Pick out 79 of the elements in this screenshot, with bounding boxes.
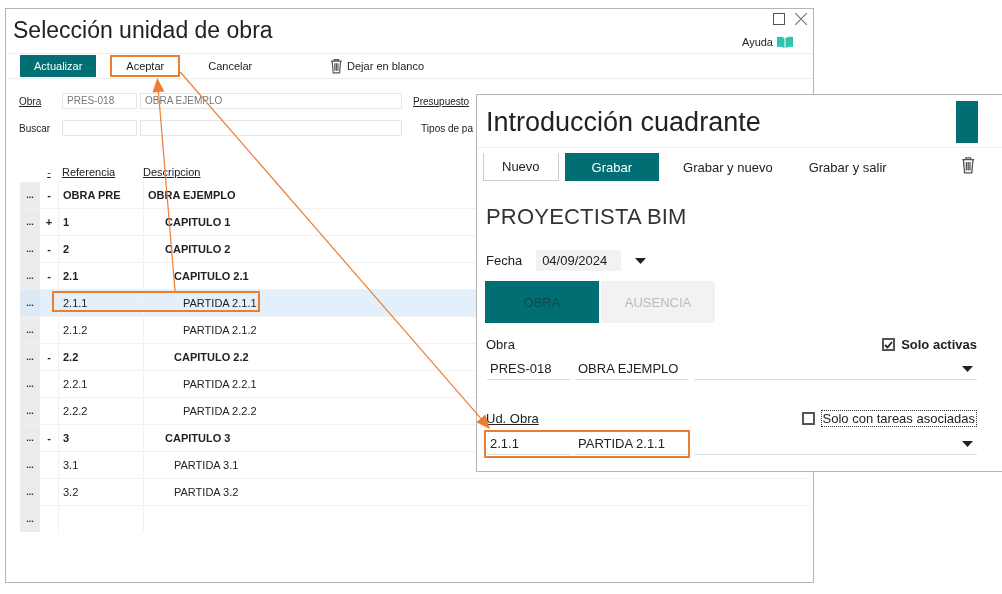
expand-toggle[interactable]: + xyxy=(45,216,53,228)
column-header[interactable]: Referencia xyxy=(58,166,143,178)
row-menu-handle[interactable]: ... xyxy=(20,452,40,478)
table-cell: PARTIDA 3.1 xyxy=(174,459,239,471)
table-cell: 2 xyxy=(63,243,70,255)
table-cell: OBRA PRE xyxy=(63,189,121,201)
row-menu-handle[interactable]: ... xyxy=(20,398,40,424)
row-menu-handle[interactable]: ... xyxy=(20,425,40,451)
table-cell: 1 xyxy=(63,216,70,228)
row-menu-handle[interactable]: ... xyxy=(20,236,40,262)
table-cell: PARTIDA 2.2.2 xyxy=(183,405,257,417)
close-icon[interactable] xyxy=(795,13,807,25)
checkbox[interactable] xyxy=(801,412,815,425)
row-menu-handle[interactable]: ... xyxy=(20,209,40,235)
table-cell: PARTIDA 3.2 xyxy=(174,486,239,498)
table-cell: 3.1 xyxy=(63,459,79,471)
expand-toggle[interactable]: - xyxy=(47,351,51,363)
expand-toggle[interactable]: - xyxy=(47,189,51,201)
checkbox[interactable] xyxy=(882,338,896,351)
field-label: Tipos de pa xyxy=(420,122,473,134)
toolbar-button[interactable]: Aceptar xyxy=(110,55,181,77)
table-cell: 2.2.2 xyxy=(63,405,88,417)
row-menu-handle[interactable]: ... xyxy=(20,263,40,289)
checkbox-label: Solo con tareas asociadas xyxy=(820,410,977,427)
dropdown-caret-icon[interactable] xyxy=(635,257,647,264)
toolbar-button[interactable]: Grabar y salir xyxy=(790,153,905,181)
search-field[interactable] xyxy=(140,120,402,136)
row-menu-handle[interactable]: ... xyxy=(20,290,40,316)
table-cell: CAPITULO 2.1 xyxy=(174,270,249,282)
toolbar-button[interactable]: Grabar y nuevo xyxy=(665,153,791,181)
code-field[interactable]: PRES-018 xyxy=(62,93,137,109)
code-field[interactable]: PRES-018 xyxy=(487,358,571,380)
table-cell: 2.2 xyxy=(63,351,79,363)
table-cell: PARTIDA 2.2.1 xyxy=(183,378,257,390)
row-menu-handle[interactable]: ... xyxy=(20,182,40,208)
maximize-icon[interactable] xyxy=(773,13,785,25)
table-cell: PARTIDA 2.1.1 xyxy=(183,297,257,309)
name-field[interactable]: OBRA EJEMPLO xyxy=(575,358,688,380)
date-field[interactable]: 04/09/2024 xyxy=(536,250,622,271)
table-cell: 2.1.1 xyxy=(63,297,88,309)
field-label[interactable]: Presupuesto xyxy=(413,95,473,107)
book-icon xyxy=(777,36,793,48)
table-cell: 2.1.2 xyxy=(63,324,88,336)
help-button[interactable]: Ayuda xyxy=(728,31,807,53)
table-cell: CAPITULO 3 xyxy=(165,432,231,444)
dropdown-caret-icon[interactable] xyxy=(962,365,973,372)
row-menu-handle[interactable]: ... xyxy=(20,344,40,370)
row-menu-handle[interactable]: ... xyxy=(20,317,40,343)
expand-toggle[interactable]: - xyxy=(47,243,51,255)
table-cell: CAPITULO 2.2 xyxy=(174,351,249,363)
code-field[interactable]: 2.1.1 xyxy=(487,433,571,455)
name-field[interactable]: PARTIDA 2.1.1 xyxy=(575,433,688,455)
field-label: Ud. Obra xyxy=(486,411,539,426)
row-menu-handle[interactable]: ... xyxy=(20,479,40,505)
expand-toggle[interactable]: - xyxy=(47,270,51,282)
field-label: Buscar xyxy=(19,122,52,134)
table-cell: PARTIDA 2.1.2 xyxy=(183,324,257,336)
checkbox-label: Solo activas xyxy=(901,337,977,352)
trash-icon xyxy=(960,156,976,174)
expand-toggle[interactable]: - xyxy=(47,432,51,444)
toolbar-button[interactable]: Grabar xyxy=(564,153,660,181)
dropdown-caret-icon[interactable] xyxy=(962,440,973,447)
table-cell: 2.2.1 xyxy=(63,378,88,390)
column-header[interactable]: - xyxy=(40,166,58,178)
search-field[interactable] xyxy=(62,120,137,136)
table-row[interactable]: ... 3.2 PARTIDA 3.2 xyxy=(20,479,810,506)
table-cell: 2.1 xyxy=(63,270,79,282)
table-cell: 3.2 xyxy=(63,486,79,498)
row-menu-handle[interactable]: ... xyxy=(20,371,40,397)
table-cell: 3 xyxy=(63,432,70,444)
window-title: Selección unidad de obra xyxy=(13,17,273,45)
dialog-title: Introducción cuadrante xyxy=(486,107,761,139)
toolbar-button[interactable]: Cancelar xyxy=(194,55,267,77)
toolbar-button[interactable]: Actualizar xyxy=(20,55,97,77)
clear-button[interactable]: Dejar en blanco xyxy=(330,55,425,77)
row-menu-handle[interactable]: ... xyxy=(20,506,40,532)
field-label[interactable]: Obra xyxy=(19,95,59,107)
toolbar-button[interactable]: Nuevo xyxy=(483,153,559,181)
trash-icon xyxy=(330,58,344,74)
